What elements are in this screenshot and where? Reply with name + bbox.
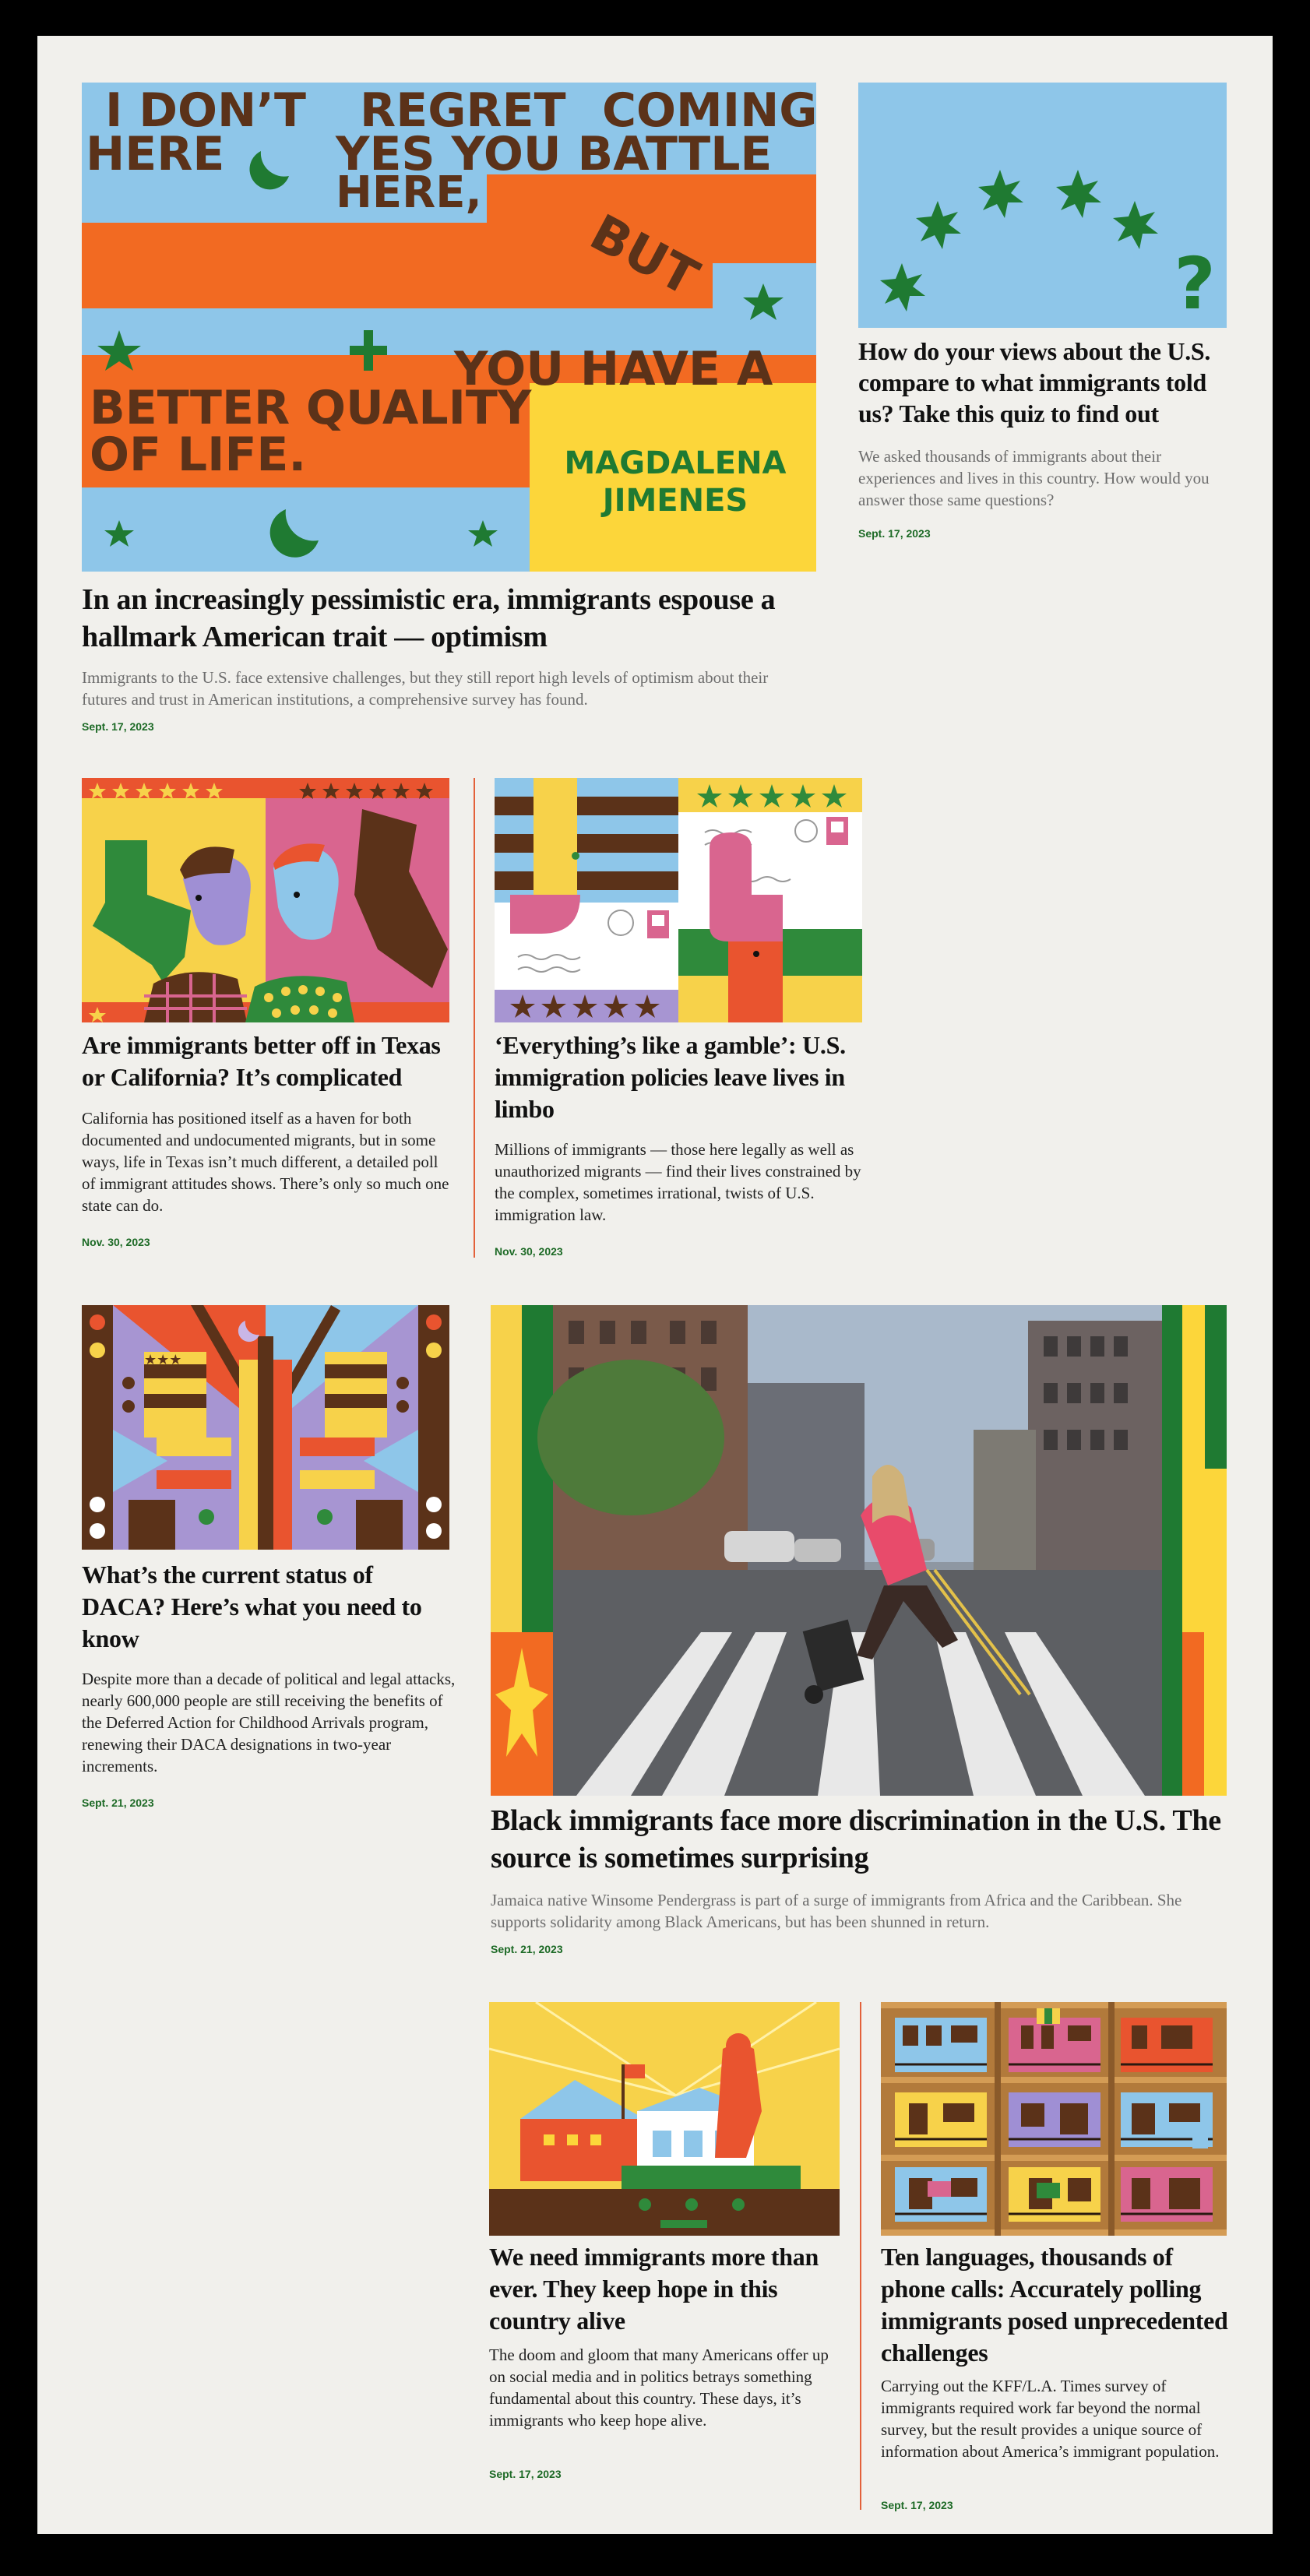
daca-date: Sept. 21, 2023 bbox=[82, 1797, 154, 1809]
column-divider-2 bbox=[860, 2002, 861, 2510]
poster-line-5: HERE, bbox=[336, 167, 482, 218]
optimism-date: Sept. 17, 2023 bbox=[82, 720, 154, 733]
poster-line-9: OF LIFE. bbox=[90, 428, 306, 482]
quiz-dek: We asked thousands of immigrants about t… bbox=[858, 447, 1210, 509]
black-immigrants-photo[interactable] bbox=[491, 1305, 1227, 1796]
keep-hope-date: Sept. 17, 2023 bbox=[489, 2468, 562, 2480]
flag-icon bbox=[1037, 2008, 1060, 2024]
keep-hope-art[interactable] bbox=[489, 2002, 840, 2236]
svg-text:★★★: ★★★ bbox=[347, 1352, 384, 1368]
texas-california-art[interactable] bbox=[82, 778, 449, 1022]
column-divider bbox=[474, 778, 475, 1258]
keep-hope-headline[interactable]: We need immigrants more than ever. They … bbox=[489, 2241, 847, 2337]
texas-california-dek: California has positioned itself as a ha… bbox=[82, 1109, 449, 1215]
daca-headline[interactable]: What’s the current status of DACA? Here’… bbox=[82, 1559, 456, 1655]
svg-text:★★★: ★★★ bbox=[144, 1352, 181, 1368]
keep-hope-dek: The doom and gloom that many Americans o… bbox=[489, 2345, 829, 2430]
question-mark-icon: ? bbox=[1174, 242, 1215, 326]
ten-languages-headline[interactable]: Ten languages, thousands of phone calls:… bbox=[881, 2241, 1239, 2369]
ten-languages-art[interactable] bbox=[881, 2002, 1227, 2236]
daca-dek: Despite more than a decade of political … bbox=[82, 1670, 456, 1775]
gamble-headline[interactable]: ‘Everything’s like a gamble’: U.S. immig… bbox=[495, 1029, 868, 1125]
daca-art[interactable]: ★★★ ★★★ bbox=[82, 1305, 449, 1550]
gamble-date: Nov. 30, 2023 bbox=[495, 1245, 563, 1258]
texas-california-headline[interactable]: Are immigrants better off in Texas or Ca… bbox=[82, 1029, 456, 1093]
optimism-headline[interactable]: In an increasingly pessimistic era, immi… bbox=[82, 581, 816, 656]
ten-languages-dek: Carrying out the KFF/L.A. Times survey o… bbox=[881, 2377, 1220, 2461]
black-immigrants-headline[interactable]: Black immigrants face more discriminatio… bbox=[491, 1802, 1238, 1877]
black-immigrants-dek: Jamaica native Winsome Pendergrass is pa… bbox=[491, 1891, 1182, 1931]
quiz-headline[interactable]: How do your views about the U.S. compare… bbox=[858, 336, 1227, 429]
flag-icon bbox=[625, 2064, 645, 2078]
gamble-dek: Millions of immigrants — those here lega… bbox=[495, 1140, 861, 1224]
quiz-art[interactable]: ? bbox=[858, 83, 1227, 328]
story-grid-page: I DON’T REGRET COMING HERE YES YOU BATTL… bbox=[37, 36, 1273, 2534]
gamble-art[interactable] bbox=[495, 778, 862, 1022]
optimism-poster-art[interactable]: I DON’T REGRET COMING HERE YES YOU BATTL… bbox=[82, 83, 816, 572]
poster-signature-last: JIMENES bbox=[600, 483, 748, 519]
texas-california-date: Nov. 30, 2023 bbox=[82, 1236, 150, 1248]
poster-signature-first: MAGDALENA bbox=[565, 445, 787, 481]
optimism-dek: Immigrants to the U.S. face extensive ch… bbox=[82, 668, 769, 709]
black-immigrants-date: Sept. 21, 2023 bbox=[491, 1943, 563, 1955]
poster-line-3: HERE bbox=[86, 127, 224, 181]
quiz-date: Sept. 17, 2023 bbox=[858, 527, 931, 540]
ten-languages-date: Sept. 17, 2023 bbox=[881, 2499, 953, 2511]
